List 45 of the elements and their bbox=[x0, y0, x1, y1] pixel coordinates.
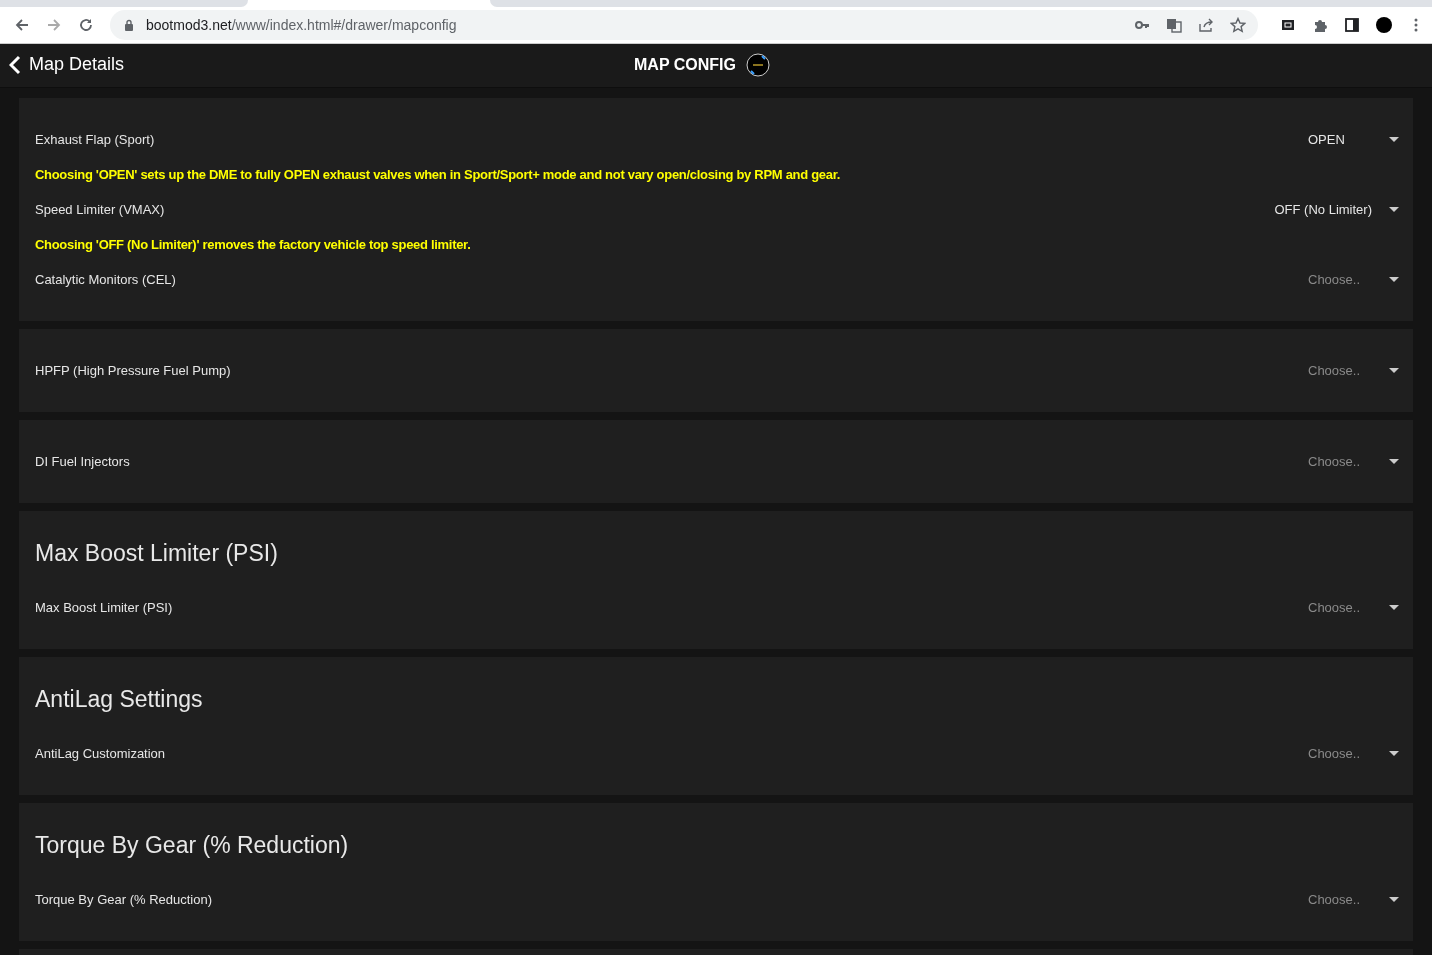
caret-icon bbox=[1389, 207, 1399, 212]
caret-icon bbox=[1389, 459, 1399, 464]
url-text: bootmod3.net/www/index.html#/drawer/mapconfig bbox=[146, 17, 457, 33]
logo-icon bbox=[745, 53, 770, 77]
help-note: Choosing 'OFF (No Limiter)' removes the factory vehicle top speed limiter. bbox=[35, 236, 472, 254]
avatar-icon[interactable] bbox=[1376, 17, 1392, 33]
back-link[interactable]: Map Details bbox=[0, 54, 125, 75]
chevron-left-icon bbox=[9, 54, 21, 75]
field-label: HPFP (High Pressure Fuel Pump) bbox=[35, 363, 232, 378]
address-bar[interactable]: bootmod3.net/www/index.html#/drawer/mapconfig bbox=[110, 10, 1258, 40]
page-title: MAP CONFIG bbox=[634, 56, 736, 74]
select-dropdown[interactable]: OFF (No Limiter) bbox=[1274, 202, 1399, 217]
translate-icon[interactable] bbox=[1166, 17, 1182, 33]
select-dropdown[interactable]: Choose.. bbox=[1308, 600, 1399, 615]
field-label: Max Boost Limiter (PSI) bbox=[35, 600, 174, 615]
caret-icon bbox=[1389, 137, 1399, 142]
lock-icon[interactable] bbox=[124, 19, 134, 31]
field-label: Speed Limiter (VMAX) bbox=[35, 202, 166, 217]
side-panel-icon[interactable] bbox=[1344, 17, 1360, 33]
select-dropdown[interactable]: Choose.. bbox=[1308, 454, 1399, 469]
select-dropdown[interactable]: OPEN bbox=[1308, 132, 1399, 147]
caret-icon bbox=[1389, 368, 1399, 373]
help-note: Choosing 'OPEN' sets up the DME to fully OPEN exhaust valves when in Sport/Sport+ mode and not vary open/closing by RPM and gear. bbox=[35, 166, 842, 184]
star-icon[interactable] bbox=[1230, 17, 1246, 33]
select-dropdown[interactable]: Choose.. bbox=[1308, 892, 1399, 907]
field-label: Exhaust Flap (Sport) bbox=[35, 132, 156, 147]
caret-icon bbox=[1389, 751, 1399, 756]
select-dropdown[interactable]: Choose.. bbox=[1308, 272, 1399, 287]
caret-icon bbox=[1389, 897, 1399, 902]
puzzle-icon[interactable] bbox=[1312, 17, 1328, 33]
select-dropdown[interactable]: Choose.. bbox=[1308, 746, 1399, 761]
field-label: Torque By Gear (% Reduction) bbox=[35, 892, 214, 907]
back-icon[interactable] bbox=[14, 17, 30, 33]
select-dropdown[interactable]: Choose.. bbox=[1308, 363, 1399, 378]
extension-icon[interactable] bbox=[1280, 17, 1296, 33]
section-heading: Torque By Gear (% Reduction) bbox=[35, 831, 350, 860]
caret-icon bbox=[1389, 605, 1399, 610]
field-label: DI Fuel Injectors bbox=[35, 454, 131, 469]
field-label: Catalytic Monitors (CEL) bbox=[35, 272, 177, 287]
field-label: AntiLag Customization bbox=[35, 746, 167, 761]
section-heading: Max Boost Limiter (PSI) bbox=[35, 539, 279, 568]
caret-icon bbox=[1389, 277, 1399, 282]
section-heading: AntiLag Settings bbox=[35, 685, 204, 714]
reload-icon[interactable] bbox=[78, 17, 94, 33]
share-icon[interactable] bbox=[1198, 17, 1214, 33]
